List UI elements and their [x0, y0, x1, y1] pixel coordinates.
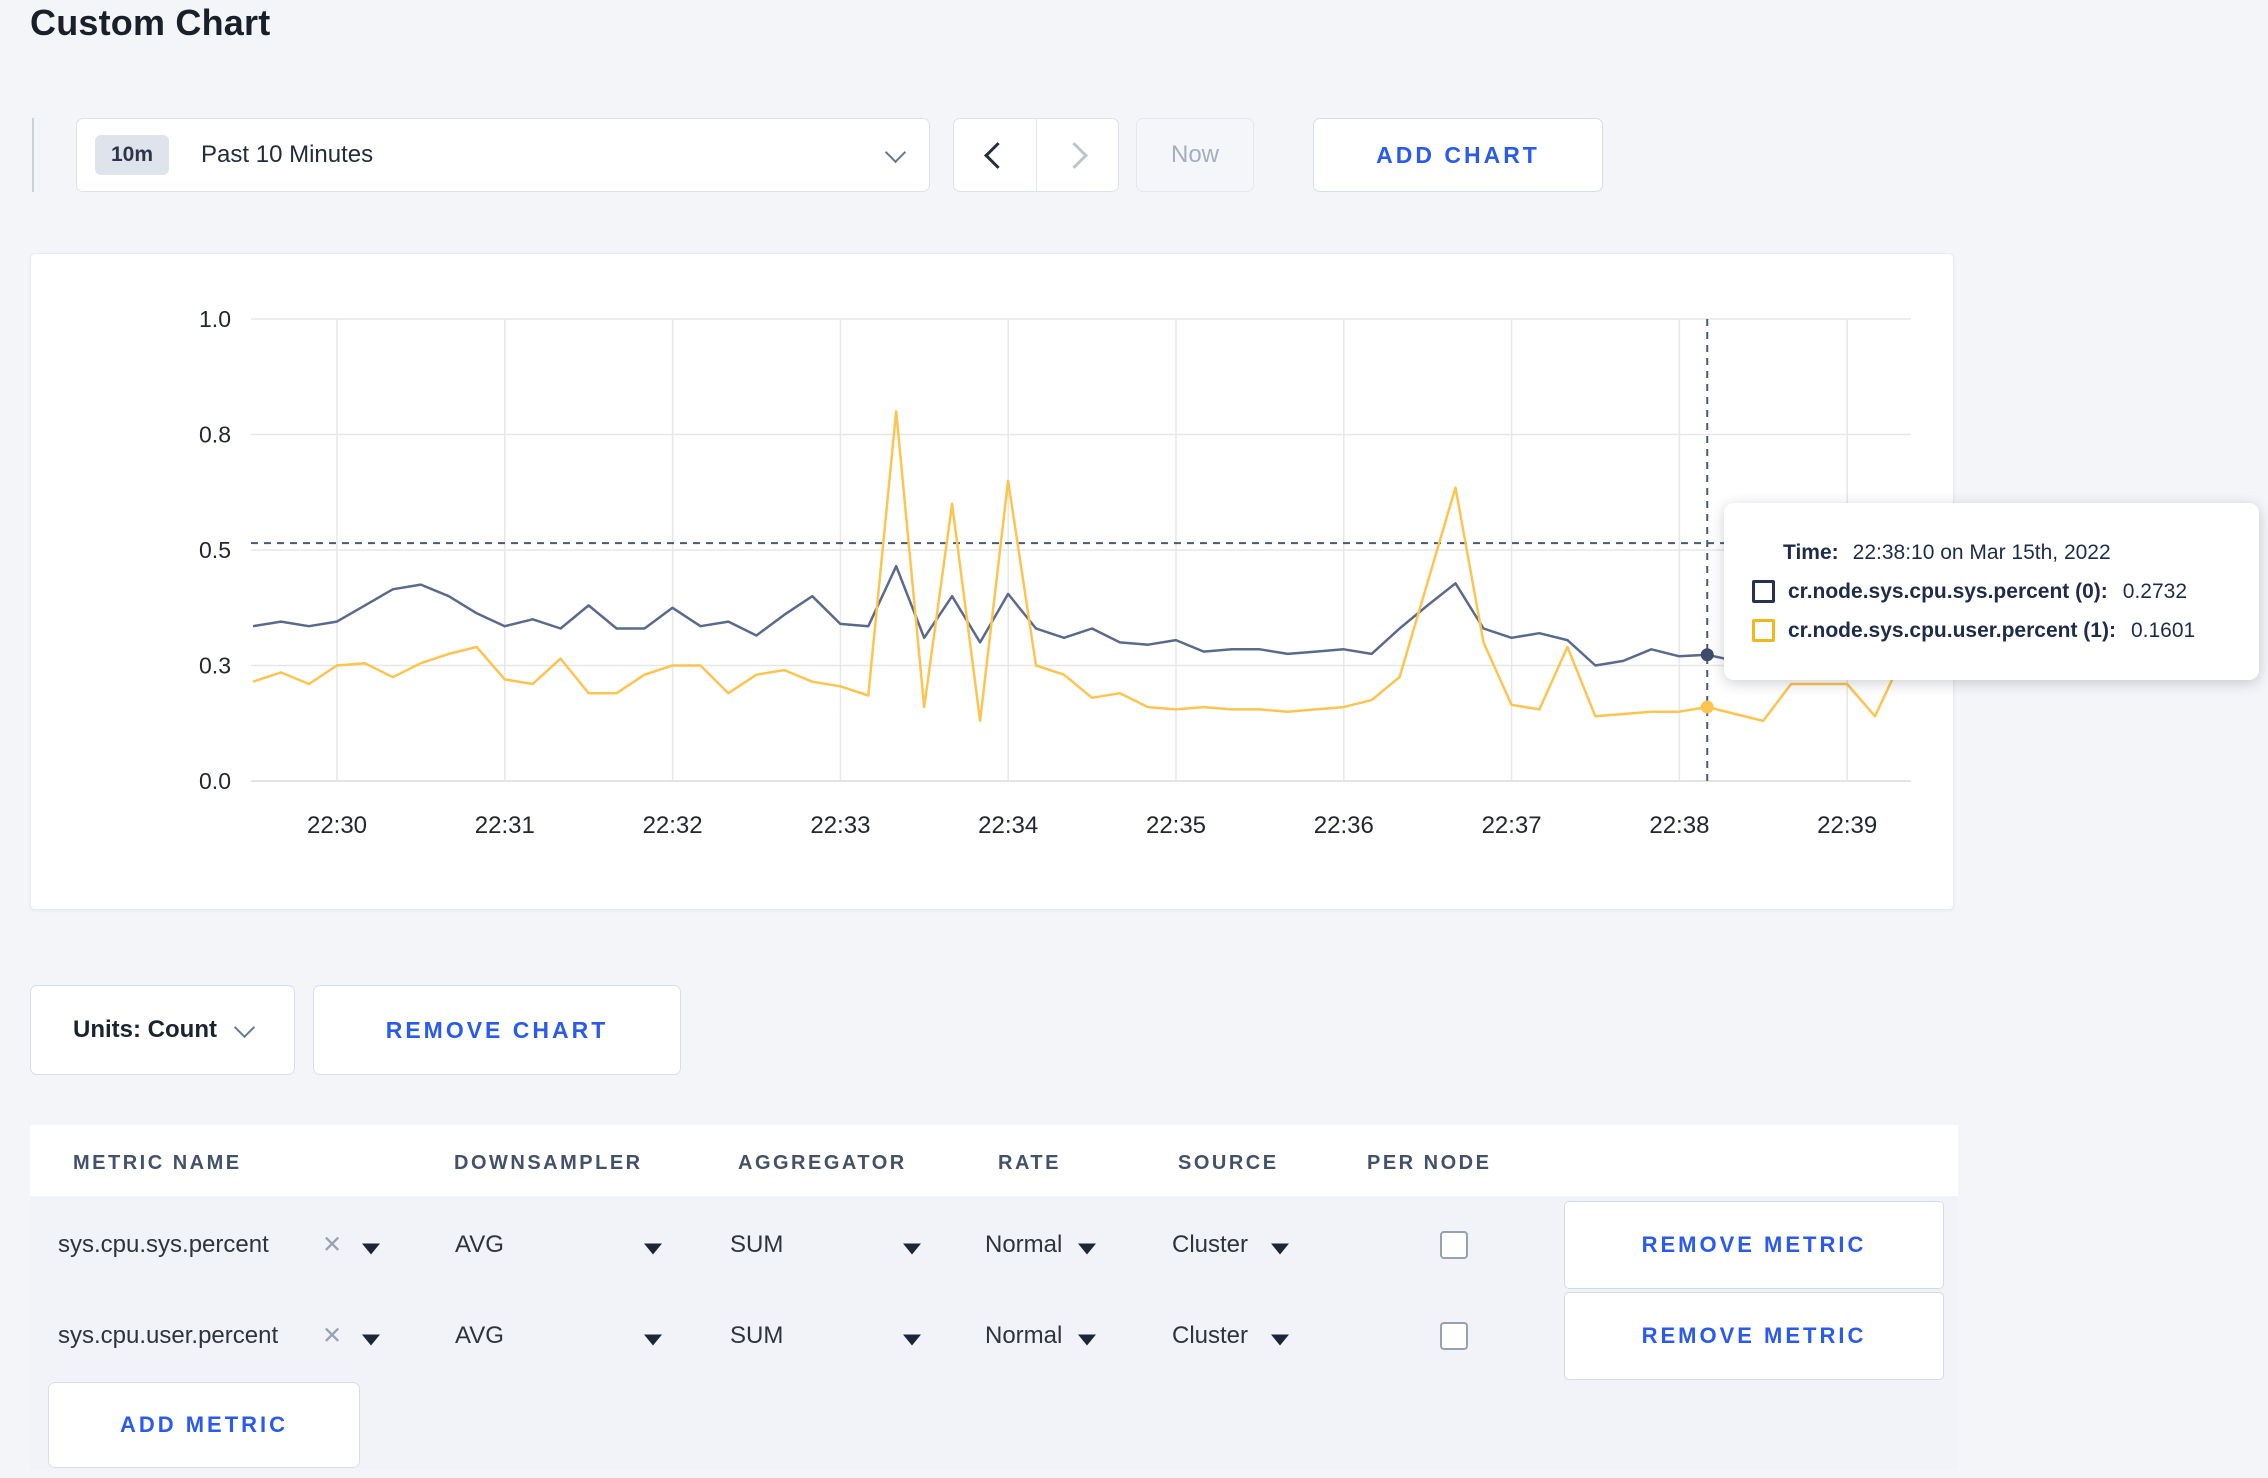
tooltip-series-row: cr.node.sys.cpu.sys.percent (0): 0.2732 [1752, 580, 2259, 604]
tooltip-time: Time: 22:38:10 on Mar 15th, 2022 [1783, 541, 2259, 565]
tooltip-time-label: Time: [1783, 540, 1839, 564]
tooltip-series-value: 0.1601 [2130, 618, 2196, 642]
chart-tooltip: Time: 22:38:10 on Mar 15th, 2022 cr.node.… [1724, 503, 2259, 680]
page-title: Custom Chart [30, 2, 271, 43]
svg-text:22:36: 22:36 [1314, 812, 1374, 839]
column-header-downsampler: DOWNSAMPLER [454, 1152, 643, 1174]
series-sys-legend-icon [1752, 580, 1775, 603]
aggregator-caret-icon[interactable] [903, 1243, 921, 1255]
downsampler-select[interactable]: AVG [455, 1231, 504, 1259]
column-header-metric-name: METRIC NAME [73, 1152, 242, 1174]
aggregator-caret-icon[interactable] [903, 1334, 921, 1346]
svg-text:22:31: 22:31 [475, 812, 535, 839]
time-window-badge: 10m [95, 135, 170, 175]
svg-text:22:33: 22:33 [810, 812, 870, 839]
svg-text:0.3: 0.3 [199, 653, 231, 679]
metric-dropdown-caret-icon[interactable] [362, 1334, 380, 1346]
per-node-checkbox[interactable] [1440, 1231, 1468, 1259]
chart-panel[interactable]: 0.0 0.3 0.5 0.8 1.0 22:30 22:31 22:32 22:33 22:34… [30, 253, 1954, 910]
units-dropdown[interactable]: Units: Count [30, 985, 295, 1075]
remove-metric-button[interactable]: REMOVE METRIC [1564, 1201, 1944, 1289]
rate-caret-icon[interactable] [1078, 1334, 1096, 1346]
svg-text:0.8: 0.8 [199, 422, 231, 448]
clear-metric-icon[interactable]: ✕ [322, 1231, 342, 1260]
next-timeframe-button[interactable] [1035, 119, 1119, 191]
downsampler-select[interactable]: AVG [455, 1322, 504, 1350]
svg-text:22:35: 22:35 [1146, 812, 1206, 839]
units-label: Units: Count [73, 1016, 217, 1043]
line-chart[interactable]: 0.0 0.3 0.5 0.8 1.0 22:30 22:31 22:32 22:33 22:34… [31, 254, 1955, 911]
series-user-legend-icon [1752, 619, 1775, 642]
column-header-aggregator: AGGREGATOR [738, 1152, 907, 1174]
time-range-label: Past 10 Minutes [201, 141, 374, 168]
svg-text:0.0: 0.0 [199, 768, 231, 794]
chevron-down-icon [233, 1016, 256, 1038]
tooltip-series-value: 0.2732 [2122, 579, 2188, 603]
chevron-left-icon [984, 141, 1012, 169]
remove-metric-button[interactable]: REMOVE METRIC [1564, 1292, 1944, 1380]
svg-text:22:34: 22:34 [978, 812, 1038, 839]
now-button[interactable]: Now [1136, 118, 1254, 192]
source-select[interactable]: Cluster [1172, 1231, 1248, 1259]
column-header-source: SOURCE [1178, 1152, 1279, 1174]
svg-text:0.5: 0.5 [199, 537, 231, 563]
chevron-right-icon [1060, 141, 1088, 169]
tooltip-series-label: cr.node.sys.cpu.user.percent (1): [1788, 618, 2116, 642]
previous-timeframe-button[interactable] [954, 119, 1036, 191]
svg-text:22:38: 22:38 [1649, 812, 1709, 839]
svg-text:22:39: 22:39 [1817, 812, 1877, 839]
custom-chart-page: Custom Chart 10m Past 10 Minutes Now ADD… [0, 0, 2268, 1478]
downsampler-caret-icon[interactable] [644, 1334, 662, 1346]
chevron-down-icon [884, 141, 907, 163]
metric-dropdown-caret-icon[interactable] [362, 1243, 380, 1255]
rate-caret-icon[interactable] [1078, 1243, 1096, 1255]
tooltip-series-row: cr.node.sys.cpu.user.percent (1): 0.1601 [1752, 619, 2259, 643]
tooltip-time-value: 22:38:10 on Mar 15th, 2022 [1852, 540, 2111, 564]
metric-row: sys.cpu.sys.percent ✕ AVG SUM Normal Clu… [30, 1201, 1958, 1289]
time-pager [953, 118, 1119, 192]
source-select[interactable]: Cluster [1172, 1322, 1248, 1350]
aggregator-select[interactable]: SUM [730, 1322, 783, 1350]
column-header-per-node: PER NODE [1367, 1152, 1492, 1174]
svg-text:1.0: 1.0 [199, 306, 231, 332]
remove-chart-button[interactable]: REMOVE CHART [313, 985, 681, 1075]
metric-row: sys.cpu.user.percent ✕ AVG SUM Normal Cl… [30, 1292, 1958, 1380]
toolbar-divider [32, 118, 34, 192]
rate-select[interactable]: Normal [985, 1231, 1062, 1259]
clear-metric-icon[interactable]: ✕ [322, 1322, 342, 1351]
tooltip-series-label: cr.node.sys.cpu.sys.percent (0): [1788, 579, 2108, 603]
add-metric-button[interactable]: ADD METRIC [48, 1382, 360, 1468]
time-range-dropdown[interactable]: 10m Past 10 Minutes [76, 118, 930, 192]
metric-name-value[interactable]: sys.cpu.sys.percent [58, 1231, 269, 1259]
svg-text:22:30: 22:30 [307, 812, 367, 839]
column-header-rate: RATE [998, 1152, 1061, 1174]
rate-select[interactable]: Normal [985, 1322, 1062, 1350]
metric-name-value[interactable]: sys.cpu.user.percent [58, 1322, 278, 1350]
add-chart-button[interactable]: ADD CHART [1313, 118, 1603, 192]
aggregator-select[interactable]: SUM [730, 1231, 783, 1259]
svg-text:22:32: 22:32 [643, 812, 703, 839]
downsampler-caret-icon[interactable] [644, 1243, 662, 1255]
svg-text:22:37: 22:37 [1482, 812, 1542, 839]
source-caret-icon[interactable] [1271, 1243, 1289, 1255]
per-node-checkbox[interactable] [1440, 1322, 1468, 1350]
source-caret-icon[interactable] [1271, 1334, 1289, 1346]
